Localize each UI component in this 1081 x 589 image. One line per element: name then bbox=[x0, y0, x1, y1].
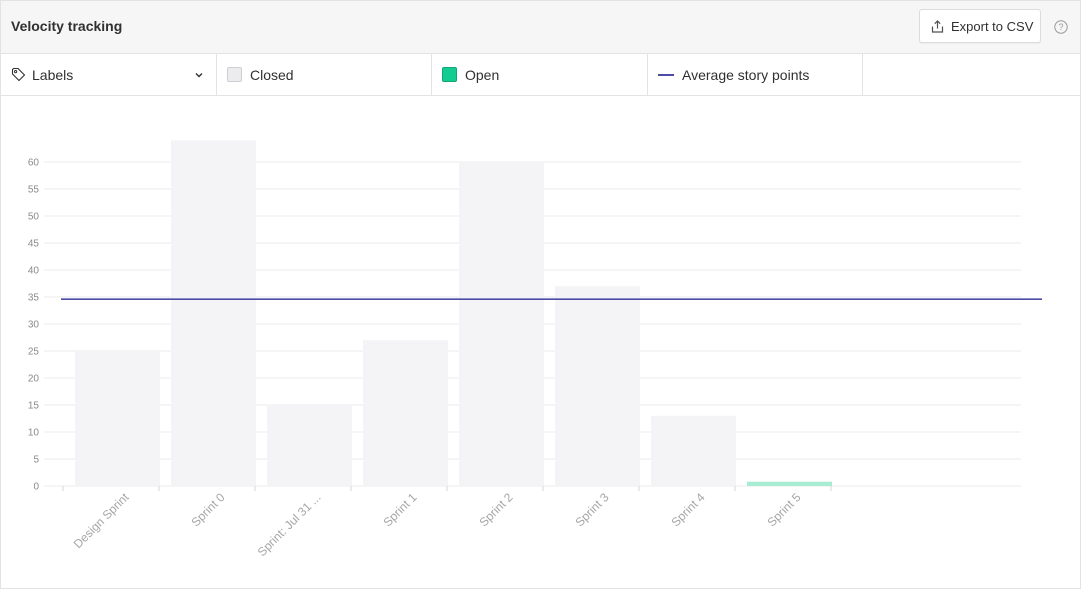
x-category-label: Design Sprint bbox=[71, 490, 132, 551]
x-category-label: Sprint 5 bbox=[764, 490, 803, 529]
export-csv-label: Export to CSV bbox=[951, 18, 1034, 34]
svg-text:?: ? bbox=[1058, 22, 1063, 32]
panel-header: Velocity tracking Export to CSV ? bbox=[1, 1, 1080, 54]
legend-open: Open bbox=[432, 54, 648, 95]
closed-swatch bbox=[227, 67, 242, 82]
y-tick-label: 20 bbox=[28, 374, 40, 385]
x-category-label: Sprint 4 bbox=[668, 490, 707, 529]
average-line-swatch bbox=[658, 73, 674, 76]
bar-closed bbox=[555, 286, 640, 486]
x-category-label: Sprint 1 bbox=[380, 490, 419, 529]
help-icon[interactable]: ? bbox=[1054, 20, 1068, 34]
y-tick-label: 15 bbox=[28, 401, 40, 412]
bar-closed bbox=[75, 351, 160, 486]
y-tick-label: 0 bbox=[33, 482, 39, 493]
y-tick-label: 40 bbox=[28, 266, 40, 277]
y-tick-label: 10 bbox=[28, 428, 40, 439]
velocity-tracking-panel: Velocity tracking Export to CSV ? Labels bbox=[0, 0, 1081, 589]
bar-closed bbox=[171, 140, 256, 486]
bar-closed bbox=[651, 415, 736, 486]
bar-closed bbox=[459, 162, 544, 486]
y-tick-label: 30 bbox=[28, 320, 40, 331]
y-tick-label: 35 bbox=[28, 293, 40, 304]
bar-closed bbox=[363, 340, 448, 486]
x-category-label: Sprint 2 bbox=[476, 490, 515, 529]
y-tick-label: 60 bbox=[28, 158, 40, 169]
y-tick-label: 5 bbox=[33, 455, 39, 466]
x-category-label: Sprint: Jul 31 ... bbox=[255, 490, 324, 559]
legend-average: Average story points bbox=[648, 54, 863, 95]
legend-closed: Closed bbox=[217, 54, 432, 95]
export-csv-button[interactable]: Export to CSV bbox=[919, 9, 1041, 43]
tag-icon bbox=[11, 67, 26, 82]
legend-open-label: Open bbox=[465, 66, 500, 83]
open-swatch bbox=[442, 67, 457, 82]
x-category-label: Sprint 3 bbox=[572, 490, 611, 529]
chevron-down-icon bbox=[195, 73, 203, 78]
y-tick-label: 50 bbox=[28, 212, 40, 223]
panel-title: Velocity tracking bbox=[11, 18, 123, 34]
y-tick-label: 25 bbox=[28, 347, 40, 358]
legend-closed-label: Closed bbox=[250, 66, 294, 83]
x-category-label: Sprint 0 bbox=[188, 490, 227, 529]
labels-dropdown-label: Labels bbox=[32, 66, 74, 83]
export-icon bbox=[931, 19, 944, 33]
velocity-bar-chart: 0 5 10 15 20 25 30 35 40 45 50 55 60 Design Sprint Spr… bbox=[28, 140, 1042, 559]
y-tick-label: 55 bbox=[28, 185, 40, 196]
legend-average-label: Average story points bbox=[682, 66, 810, 83]
chart-legend-bar: Labels Closed Open Average story points bbox=[1, 54, 1080, 96]
bar-closed bbox=[267, 405, 352, 486]
y-tick-label: 45 bbox=[28, 239, 40, 250]
bar-open bbox=[747, 481, 832, 486]
labels-dropdown[interactable]: Labels bbox=[1, 54, 217, 95]
